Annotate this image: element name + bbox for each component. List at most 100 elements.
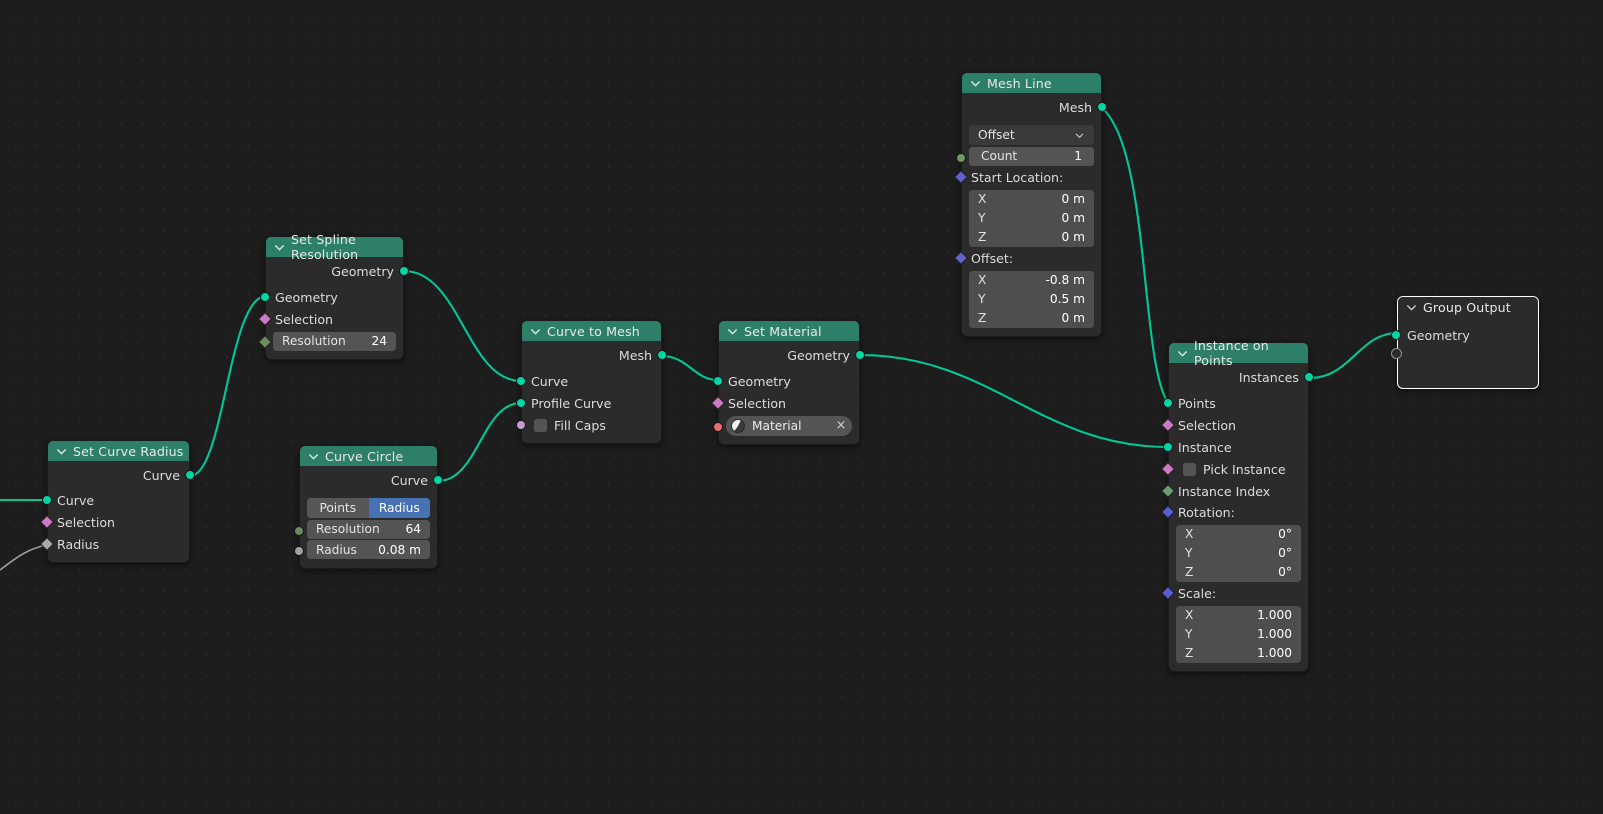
- mode-tabs[interactable]: Points Radius: [307, 498, 430, 518]
- field-offset-z[interactable]: Z 0 m: [969, 308, 1094, 328]
- chevron-down-icon[interactable]: [273, 241, 286, 254]
- chevron-down-icon[interactable]: [307, 450, 320, 463]
- socket-geometry-in[interactable]: [713, 376, 723, 386]
- socket-radius-in[interactable]: [294, 546, 304, 556]
- socket-instance-in[interactable]: [1163, 442, 1173, 452]
- socket-radius-in[interactable]: [39, 536, 55, 552]
- input-socket-row[interactable]: Fill Caps: [516, 414, 661, 436]
- dropdown-mode[interactable]: Offset: [969, 125, 1094, 145]
- field-material[interactable]: Material ×: [726, 415, 852, 436]
- clear-material-icon[interactable]: ×: [834, 419, 848, 432]
- socket-curve-in[interactable]: [42, 495, 52, 505]
- field-resolution[interactable]: Resolution 24: [273, 331, 396, 351]
- tab-radius[interactable]: Radius: [368, 498, 430, 518]
- field-count[interactable]: Count 1: [969, 146, 1094, 166]
- node-set-spline-resolution[interactable]: Set Spline Resolution Geometry Geometry …: [257, 232, 409, 360]
- node-set-material[interactable]: Set Material Geometry Geometry Selection…: [710, 320, 865, 445]
- output-socket-row[interactable]: Mesh: [522, 344, 667, 366]
- socket-resolution-in[interactable]: [257, 334, 273, 349]
- socket-profile-curve-in[interactable]: [516, 398, 526, 408]
- input-socket-row[interactable]: Curve: [516, 370, 661, 392]
- checkbox-fill-caps[interactable]: [534, 418, 547, 432]
- node-group-output[interactable]: Group Output Geometry: [1391, 296, 1539, 389]
- socket-mesh-out[interactable]: [657, 350, 667, 360]
- node-header[interactable]: Instance on Points: [1169, 338, 1308, 368]
- socket-geometry-in[interactable]: [1391, 330, 1401, 340]
- group-offset[interactable]: Offset:: [953, 248, 1101, 269]
- field-scale-z[interactable]: Z 1.000: [1176, 643, 1301, 663]
- group-scale[interactable]: Scale:: [1160, 583, 1308, 604]
- node-header[interactable]: Set Curve Radius: [48, 441, 189, 461]
- input-socket-row[interactable]: Selection: [1160, 414, 1308, 436]
- group-start-location[interactable]: Start Location:: [953, 167, 1101, 188]
- group-rotation[interactable]: Rotation:: [1160, 502, 1308, 523]
- chevron-down-icon[interactable]: [1405, 301, 1418, 314]
- socket-geometry-out[interactable]: [855, 350, 865, 360]
- field-rotation-z[interactable]: Z 0°: [1176, 562, 1301, 582]
- node-header[interactable]: Group Output: [1398, 297, 1538, 317]
- output-socket-row[interactable]: Instances: [1169, 366, 1314, 388]
- socket-count-in[interactable]: [956, 152, 966, 163]
- field-scale-x[interactable]: X 1.000: [1176, 605, 1301, 625]
- input-socket-row[interactable]: Instance: [1163, 436, 1308, 458]
- socket-start-location-in[interactable]: [953, 169, 969, 185]
- field-scale-y[interactable]: Y 1.000: [1176, 624, 1301, 644]
- input-socket-row[interactable]: Profile Curve: [516, 392, 661, 414]
- socket-points-in[interactable]: [1163, 398, 1173, 408]
- output-socket-row[interactable]: Curve: [48, 464, 195, 486]
- chevron-down-icon[interactable]: [1074, 130, 1085, 141]
- socket-selection-in[interactable]: [710, 395, 726, 411]
- field-offset-x[interactable]: X -0.8 m: [969, 270, 1094, 290]
- socket-pick-instance-in[interactable]: [1160, 461, 1176, 477]
- node-instance-on-points[interactable]: Instance on Points Instances Points Sele…: [1160, 338, 1314, 672]
- input-socket-row[interactable]: Points: [1163, 392, 1308, 414]
- field-start-location-y[interactable]: Y 0 m: [969, 208, 1094, 228]
- node-curve-circle[interactable]: Curve Circle Curve Points Radius Resolut…: [294, 445, 443, 569]
- socket-offset-in[interactable]: [953, 250, 969, 266]
- node-header[interactable]: Set Spline Resolution: [266, 232, 403, 262]
- chevron-down-icon[interactable]: [726, 325, 739, 338]
- field-rotation-x[interactable]: X 0°: [1176, 524, 1301, 544]
- node-curve-to-mesh[interactable]: Curve to Mesh Mesh Curve Profile Curve F…: [516, 320, 667, 444]
- input-socket-row[interactable]: Geometry: [260, 286, 403, 308]
- tab-points[interactable]: Points: [307, 498, 369, 518]
- socket-selection-in[interactable]: [39, 514, 55, 530]
- socket-material-in[interactable]: [713, 421, 723, 432]
- field-rotation-y[interactable]: Y 0°: [1176, 543, 1301, 563]
- socket-curve-out[interactable]: [185, 470, 195, 480]
- input-socket-row[interactable]: Selection: [257, 308, 403, 330]
- chevron-down-icon[interactable]: [55, 445, 68, 458]
- field-offset-y[interactable]: Y 0.5 m: [969, 289, 1094, 309]
- chevron-down-icon[interactable]: [529, 325, 542, 338]
- socket-mesh-out[interactable]: [1097, 102, 1107, 112]
- field-start-location-z[interactable]: Z 0 m: [969, 227, 1094, 247]
- node-header[interactable]: Mesh Line: [962, 73, 1101, 93]
- socket-instance-index-in[interactable]: [1160, 483, 1176, 499]
- input-socket-row[interactable]: Curve: [42, 489, 189, 511]
- socket-selection-in[interactable]: [1160, 417, 1176, 433]
- input-socket-row[interactable]: Selection: [39, 511, 189, 533]
- node-mesh-line[interactable]: Mesh Line Mesh Offset Count 1 Start Loca…: [953, 72, 1107, 337]
- socket-rotation-in[interactable]: [1160, 504, 1176, 520]
- output-socket-row[interactable]: Mesh: [962, 96, 1107, 118]
- field-start-location-x[interactable]: X 0 m: [969, 189, 1094, 209]
- output-socket-row[interactable]: Curve: [300, 469, 443, 491]
- input-socket-row[interactable]: Geometry: [1391, 324, 1538, 346]
- node-header[interactable]: Curve to Mesh: [522, 321, 661, 341]
- field-resolution[interactable]: Resolution 64: [307, 519, 430, 539]
- field-radius[interactable]: Radius 0.08 m: [307, 540, 430, 559]
- socket-resolution-in[interactable]: [294, 525, 304, 536]
- chevron-down-icon[interactable]: [969, 77, 982, 90]
- socket-curve-in[interactable]: [516, 376, 526, 386]
- input-socket-row[interactable]: Pick Instance: [1160, 458, 1308, 480]
- socket-scale-in[interactable]: [1160, 585, 1176, 601]
- node-editor-canvas[interactable]: Set Curve Radius Curve Curve Selection R…: [0, 0, 1603, 814]
- node-header[interactable]: Set Material: [719, 321, 859, 341]
- socket-geometry-in[interactable]: [260, 292, 270, 302]
- output-socket-row[interactable]: Geometry: [719, 344, 865, 366]
- input-socket-row-empty[interactable]: [1391, 346, 1538, 362]
- socket-geometry-out[interactable]: [399, 266, 409, 276]
- socket-instances-out[interactable]: [1304, 372, 1314, 382]
- input-socket-row[interactable]: Geometry: [713, 370, 859, 392]
- input-socket-row[interactable]: Radius: [39, 533, 189, 555]
